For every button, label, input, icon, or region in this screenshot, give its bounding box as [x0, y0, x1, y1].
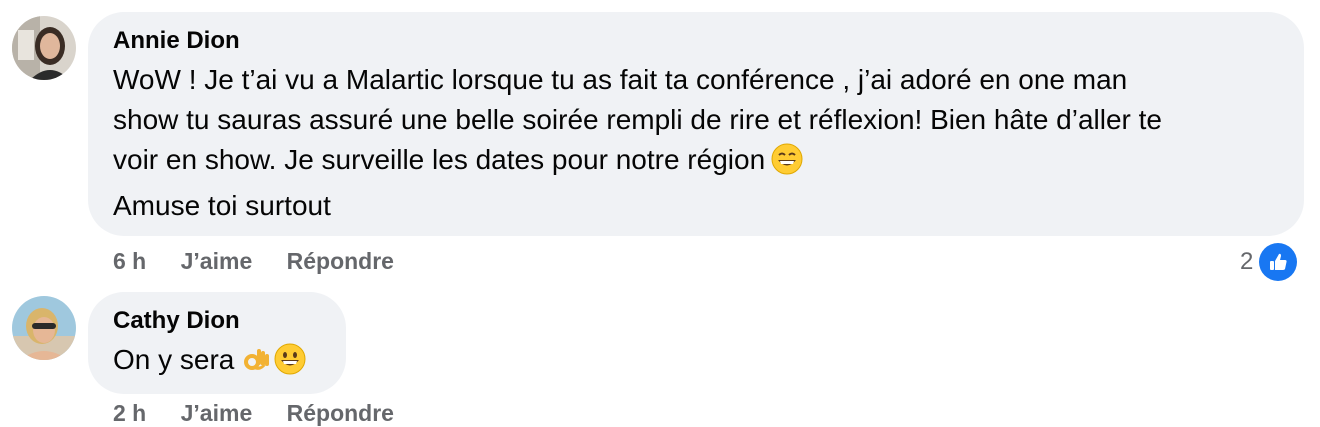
avatar-annie-dion[interactable]: [12, 16, 76, 80]
ok-hand-emoji-icon: [240, 343, 272, 386]
comment-timestamp[interactable]: 2 h: [113, 400, 146, 427]
comment-timestamp[interactable]: 6 h: [113, 248, 146, 275]
comment-text: On y sera: [113, 340, 322, 386]
comment-bubble: Cathy Dion On y sera: [88, 292, 346, 394]
comment-actions: 6 h J’aime Répondre: [113, 248, 422, 275]
comment-text-line: voir en show. Je surveille les dates pou…: [113, 140, 1280, 186]
comment-text-line: Amuse toi surtout: [113, 190, 331, 221]
comment-text: WoW ! Je t’ai vu a Malartic lorsque tu a…: [113, 60, 1280, 226]
grinning-face-emoji-icon: [274, 343, 306, 386]
comment-text-line: On y sera: [113, 340, 322, 386]
like-button[interactable]: J’aime: [181, 400, 253, 427]
comment-text-line: show tu sauras assuré une belle soirée r…: [113, 104, 1163, 135]
comment-text-segment: On y sera: [113, 344, 235, 375]
grinning-face-with-smiling-eyes-emoji-icon: [771, 143, 803, 186]
comment-bubble: Annie Dion WoW ! Je t’ai vu a Malartic l…: [88, 12, 1304, 236]
comment-author[interactable]: Annie Dion: [113, 26, 1280, 56]
reply-button[interactable]: Répondre: [287, 400, 394, 427]
avatar-cathy-dion[interactable]: [12, 296, 76, 360]
comment-actions: 2 h J’aime Répondre: [113, 400, 422, 427]
comment-text-segment: voir en show. Je surveille les dates pou…: [113, 144, 766, 175]
comment-text-line: WoW ! Je t’ai vu a Malartic lorsque tu a…: [113, 64, 1128, 95]
reaction-count[interactable]: 2: [1240, 248, 1253, 276]
like-button[interactable]: J’aime: [181, 248, 253, 275]
comment-author[interactable]: Cathy Dion: [113, 306, 322, 336]
reply-button[interactable]: Répondre: [287, 248, 394, 275]
thumbs-up-icon[interactable]: [1259, 243, 1297, 281]
